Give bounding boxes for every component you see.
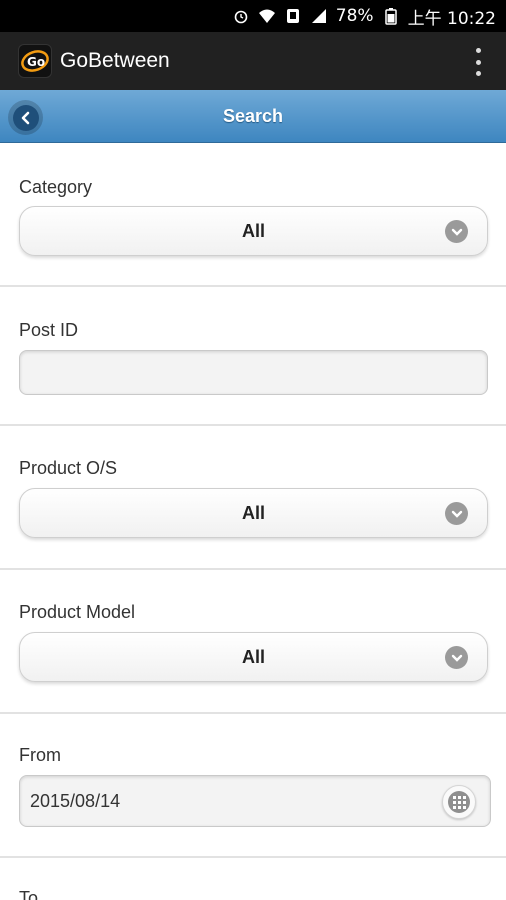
category-label: Category <box>19 177 93 197</box>
category-section: Category All <box>0 143 506 287</box>
product-model-label: Product Model <box>19 602 136 622</box>
overflow-menu-icon[interactable] <box>474 48 482 76</box>
product-os-select[interactable]: All <box>19 488 488 538</box>
svg-text:Go: Go <box>27 55 45 69</box>
chevron-down-icon <box>445 220 468 243</box>
post-id-label: Post ID <box>19 320 79 340</box>
product-model-value: All <box>241 646 265 667</box>
category-select[interactable]: All <box>19 206 488 256</box>
product-model-select[interactable]: All <box>19 632 488 682</box>
clock: 上午 10:22 <box>407 8 496 29</box>
product-os-section: Product O/S All <box>0 426 506 570</box>
wifi-icon <box>258 7 276 25</box>
chevron-down-icon <box>445 646 468 669</box>
app-bar: Go GoBetween <box>0 32 506 90</box>
to-label: To <box>19 888 39 900</box>
calendar-icon <box>448 791 470 813</box>
from-date-input[interactable]: 2015/08/14 <box>19 775 491 827</box>
category-value: All <box>241 220 265 241</box>
phone-icon <box>284 7 302 25</box>
battery-icon <box>382 7 400 25</box>
calendar-button[interactable] <box>442 785 476 819</box>
gobetween-logo-icon: Go <box>18 44 52 78</box>
product-os-label: Product O/S <box>19 458 118 478</box>
back-button[interactable] <box>8 100 43 135</box>
product-os-value: All <box>241 502 265 523</box>
back-arrow-icon <box>12 104 39 131</box>
page-header: Search <box>0 90 506 143</box>
app-title: GoBetween <box>60 49 170 72</box>
chevron-down-icon <box>445 502 468 525</box>
post-id-input[interactable] <box>19 350 488 395</box>
from-section: From 2015/08/14 <box>0 714 506 858</box>
alarm-icon <box>232 7 250 25</box>
to-section: To <box>0 858 506 900</box>
status-bar: 78% 上午 10:22 <box>0 0 506 32</box>
from-label: From <box>19 745 61 765</box>
signal-icon <box>310 7 328 25</box>
battery-percentage: 78% <box>335 6 374 26</box>
page-title: Search <box>222 105 284 126</box>
post-id-section: Post ID <box>0 287 506 426</box>
from-date-value: 2015/08/14 <box>30 790 121 811</box>
product-model-section: Product Model All <box>0 570 506 714</box>
